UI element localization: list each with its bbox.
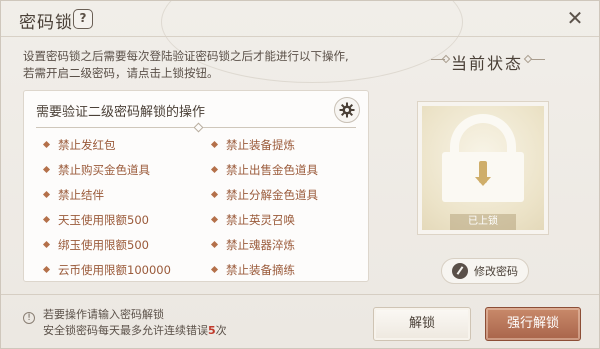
operations-title: 需要验证二级密码解锁的操作 bbox=[36, 105, 206, 120]
footer-divider bbox=[1, 294, 599, 295]
status-title: 当前状态 bbox=[451, 54, 524, 73]
password-lock-dialog: 密码锁 ? ✕ 设置密码锁之后需要每次登陆验证密码锁之后才能进行以下操作, 若需… bbox=[0, 0, 600, 349]
list-item: 禁止购买金色道具 bbox=[42, 162, 150, 178]
gear-icon[interactable] bbox=[334, 97, 360, 123]
description: 设置密码锁之后需要每次登陆验证密码锁之后才能进行以下操作, 若需开启二级密码，请… bbox=[23, 48, 403, 82]
change-password-button[interactable]: 修改密码 bbox=[441, 258, 529, 284]
dialog-title: 密码锁 bbox=[19, 13, 73, 33]
close-icon[interactable]: ✕ bbox=[565, 8, 585, 28]
list-item: 禁止发红包 bbox=[42, 137, 116, 153]
lock-status-label: 已上锁 bbox=[450, 214, 516, 230]
list-item: 云币使用限额100000 bbox=[42, 262, 171, 278]
list-item: 禁止装备提炼 bbox=[210, 137, 295, 153]
list-item: 禁止魂器淬炼 bbox=[210, 237, 295, 253]
operations-panel[interactable]: 需要验证二级密码解锁的操作 禁止发红包 禁止购买金色道具 禁止结伴 天玉使用限额… bbox=[23, 90, 369, 282]
pen-icon bbox=[452, 263, 468, 279]
status-ornament-dot-left bbox=[441, 54, 451, 64]
divider-ornament bbox=[193, 122, 204, 133]
list-item: 禁止英灵召唤 bbox=[210, 212, 295, 228]
description-line-2: 若需开启二级密码，请点击上锁按钮。 bbox=[23, 66, 219, 80]
dialog-titlebar: 密码锁 ? ✕ bbox=[1, 1, 599, 37]
unlock-button[interactable]: 解锁 bbox=[373, 307, 471, 341]
footer-hint: 若要操作请输入密码解锁 bbox=[43, 308, 164, 321]
status-ornament-right bbox=[531, 59, 545, 60]
list-item: 禁止装备摘练 bbox=[210, 262, 295, 278]
list-item: 禁止出售金色道具 bbox=[210, 162, 318, 178]
question-icon[interactable]: ? bbox=[73, 9, 93, 29]
list-item: 禁止结伴 bbox=[42, 187, 104, 203]
error-count: 5 bbox=[208, 324, 216, 337]
description-line-1: 设置密码锁之后需要每次登陆验证密码锁之后才能进行以下操作, bbox=[23, 49, 349, 63]
change-password-label: 修改密码 bbox=[474, 265, 518, 278]
force-unlock-button[interactable]: 强行解锁 bbox=[485, 307, 581, 341]
list-item: 禁止分解金色道具 bbox=[210, 187, 318, 203]
list-item: 绑玉使用限额500 bbox=[42, 237, 149, 253]
keyhole-icon bbox=[475, 161, 491, 186]
lock-status-card: 已上锁 bbox=[418, 102, 548, 234]
info-icon: ! bbox=[23, 312, 35, 324]
list-item: 天玉使用限额500 bbox=[42, 212, 149, 228]
footer-error-limit: 安全锁密码每天最多允许连续错误5次 bbox=[43, 324, 227, 337]
